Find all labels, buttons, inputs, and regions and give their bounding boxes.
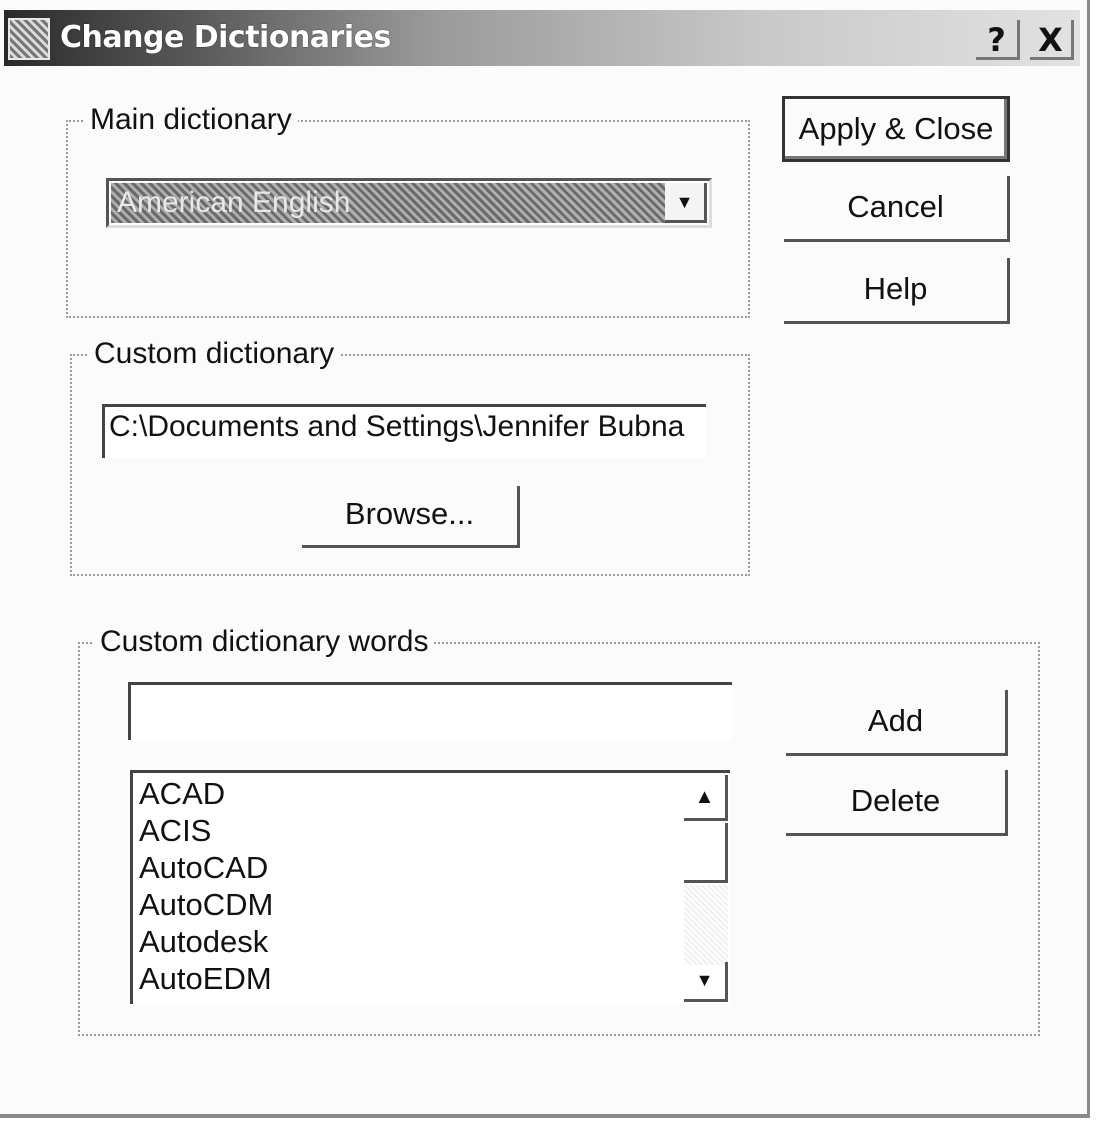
help-titlebar-button[interactable]: ? bbox=[976, 20, 1020, 60]
window-title: Change Dictionaries bbox=[60, 20, 391, 55]
main-dictionary-label: Main dictionary bbox=[84, 102, 298, 138]
main-dictionary-select[interactable]: American English ▼ bbox=[106, 178, 712, 228]
list-item[interactable]: Autodesk bbox=[139, 923, 679, 960]
browse-button[interactable]: Browse... bbox=[302, 486, 520, 548]
chevron-down-icon[interactable]: ▼ bbox=[665, 183, 707, 223]
custom-word-input[interactable] bbox=[128, 682, 732, 740]
scroll-down-arrow-icon[interactable]: ▼ bbox=[684, 962, 728, 1002]
app-icon bbox=[8, 18, 50, 60]
help-button[interactable]: Help bbox=[784, 258, 1010, 324]
custom-dictionary-label: Custom dictionary bbox=[88, 336, 341, 372]
custom-words-items: ACAD ACIS AutoCAD AutoCDM Autodesk AutoE… bbox=[139, 775, 679, 997]
list-item[interactable]: AutoCDM bbox=[139, 886, 679, 923]
cancel-button[interactable]: Cancel bbox=[784, 176, 1010, 242]
list-item[interactable]: ACAD bbox=[139, 775, 679, 812]
add-button[interactable]: Add bbox=[786, 690, 1008, 756]
custom-words-label: Custom dictionary words bbox=[94, 624, 435, 660]
main-dictionary-selected-value: American English bbox=[111, 183, 665, 223]
scrollbar-track[interactable] bbox=[684, 885, 728, 965]
scrollbar-thumb[interactable] bbox=[684, 823, 728, 883]
title-bar[interactable]: Change Dictionaries ? X bbox=[4, 10, 1080, 66]
scroll-up-arrow-icon[interactable]: ▲ bbox=[684, 775, 728, 821]
apply-close-button[interactable]: Apply & Close bbox=[782, 96, 1010, 162]
delete-button[interactable]: Delete bbox=[786, 770, 1008, 836]
change-dictionaries-dialog: Change Dictionaries ? X Main dictionary … bbox=[0, 0, 1090, 1118]
list-item[interactable]: AutoCAD bbox=[139, 849, 679, 886]
custom-dictionary-path-field[interactable]: C:\Documents and Settings\Jennifer Bubna bbox=[102, 404, 706, 458]
list-item[interactable]: AutoEDM bbox=[139, 960, 679, 997]
custom-words-list[interactable]: ACAD ACIS AutoCAD AutoCDM Autodesk AutoE… bbox=[130, 770, 730, 1004]
close-button[interactable]: X bbox=[1030, 20, 1074, 60]
list-item[interactable]: ACIS bbox=[139, 812, 679, 849]
